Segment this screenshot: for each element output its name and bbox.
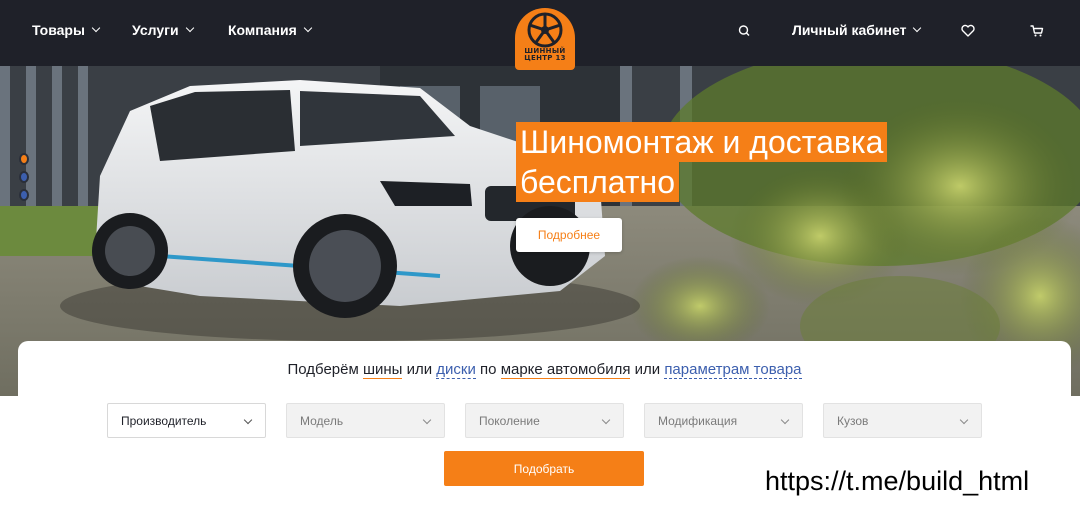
selector-headline: Подберём шины или диски по марке автомоб… [18,361,1071,379]
modification-select[interactable]: Модификация [644,403,803,438]
modification-select-label: Модификация [658,413,738,428]
slider-dots [19,153,29,201]
cart-icon[interactable] [1027,21,1047,41]
chevron-down-icon [913,23,922,33]
nav-services[interactable]: Услуги [132,22,194,38]
chevron-down-icon [601,415,611,425]
chevron-down-icon [959,415,969,425]
nav-company-label: Компания [228,22,297,38]
nav-company[interactable]: Компания [228,22,312,38]
chevron-down-icon [243,415,253,425]
page: Товары Услуги Компания Личный кабинет ШИ… [0,0,1080,506]
model-select-label: Модель [300,413,344,428]
chevron-down-icon [185,23,194,33]
slider-dot[interactable] [19,153,29,165]
nav-services-label: Услуги [132,22,179,38]
search-icon[interactable] [735,21,755,41]
more-button[interactable]: Подробнее [516,218,622,252]
logo-text-line2: ЦЕНТР 13 [524,54,566,62]
hero-title-line1: Шиномонтаж и доставка [516,122,888,162]
generation-select-label: Поколение [479,413,540,428]
nav-products-label: Товары [32,22,85,38]
headline-text: по [475,361,501,378]
account-menu[interactable]: Личный кабинет [792,22,922,38]
body-select[interactable]: Кузов [823,403,982,438]
chevron-down-icon [91,23,101,33]
headline-text: или [630,361,665,378]
headline-text: Подберём [287,361,363,378]
wheels-link[interactable]: диски [436,361,476,379]
manufacturer-select-label: Производитель [121,413,207,428]
model-select[interactable]: Модель [286,403,445,438]
chevron-down-icon [303,23,312,33]
slider-dot[interactable] [19,171,29,183]
pick-button[interactable]: Подобрать [444,451,644,486]
account-label: Личный кабинет [792,22,907,38]
slider-dot[interactable] [19,189,29,201]
nav-products[interactable]: Товары [32,22,101,38]
generation-select[interactable]: Поколение [465,403,624,438]
hero-title-line2: бесплатно [516,162,679,202]
body-select-label: Кузов [837,413,869,428]
logo[interactable]: ШИННЫЙ ЦЕНТР 13 [515,8,575,70]
wheel-logo-icon [527,12,563,48]
by-car-link[interactable]: марке автомобиля [500,361,631,379]
chevron-down-icon [422,415,432,425]
chevron-down-icon [780,415,790,425]
watermark-text: https://t.me/build_html [765,466,1030,496]
by-params-link[interactable]: параметрам товара [664,361,802,379]
headline-text: или [402,361,437,378]
hero-title: Шиномонтаж и доставка бесплатно [516,122,888,202]
manufacturer-select[interactable]: Производитель [107,403,266,438]
heart-icon[interactable] [958,21,978,41]
tires-link[interactable]: шины [362,361,403,379]
